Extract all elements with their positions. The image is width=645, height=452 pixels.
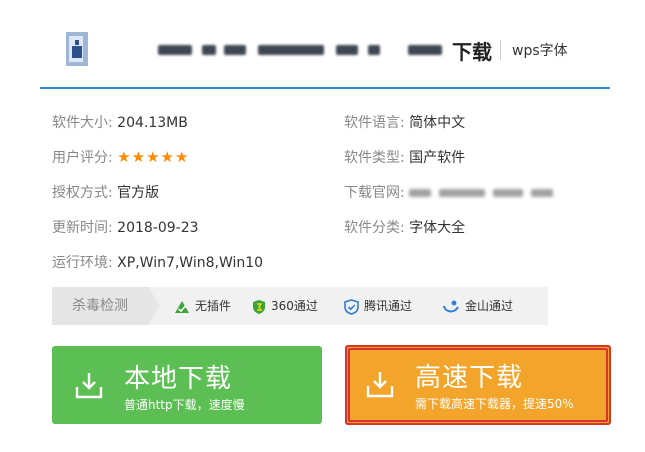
scan-label-arrow [148, 287, 160, 325]
type-label: 软件类型: [344, 150, 405, 166]
page-title-suffix: 下载 [452, 40, 492, 64]
scan-item-label: 金山通过 [465, 299, 514, 313]
language-label: 软件语言: [344, 115, 405, 131]
antivirus-scan-bar: 杀毒检测 无插件 360通过 腾讯通过 金山通过 [52, 287, 548, 325]
env-label: 运行环境: [52, 255, 113, 271]
type-value: 国产软件 [409, 150, 466, 166]
local-download-label: 本地下载 [124, 364, 233, 394]
fast-download-button[interactable]: 高速下载 需下载高速下载器，提速50% [345, 345, 611, 425]
language-value: 简体中文 [409, 115, 466, 131]
updated-label: 更新时间: [52, 220, 113, 236]
category-value[interactable]: 字体大全 [409, 220, 465, 236]
info-updated: 更新时间: 2018-09-23 [52, 217, 199, 237]
website-label: 下载官网: [344, 185, 405, 201]
rating-label: 用户评分: [52, 150, 113, 166]
local-download-sublabel: 普通http下载，速度慢 [124, 398, 245, 412]
license-value: 官方版 [117, 185, 160, 201]
download-icon [366, 372, 394, 398]
scan-item-no-plugin: 无插件 [174, 287, 231, 325]
category-label: 软件分类: [344, 220, 405, 236]
info-website: 下载官网: [344, 182, 561, 202]
local-download-button[interactable]: 本地下载 普通http下载，速度慢 [52, 346, 322, 424]
info-category: 软件分类: 字体大全 [344, 217, 465, 237]
rating-stars: ★★★★★ [117, 148, 190, 166]
no-plugin-icon [175, 300, 189, 313]
kingsoft-icon [443, 300, 459, 312]
env-value: XP,Win7,Win8,Win10 [117, 255, 264, 271]
fast-download-sublabel: 需下载高速下载器，提速50% [415, 397, 574, 411]
license-label: 授权方式: [52, 185, 113, 201]
info-size: 软件大小: 204.13MB [52, 112, 188, 132]
scan-item-tencent: 腾讯通过 [344, 287, 412, 325]
size-value: 204.13MB [117, 115, 188, 131]
scan-item-label: 无插件 [195, 299, 232, 313]
updated-value: 2018-09-23 [117, 220, 199, 236]
scan-item-360: 360通过 [252, 287, 318, 325]
file-icon [66, 32, 88, 66]
scan-item-label: 360通过 [271, 299, 318, 313]
blurred-software-name [158, 42, 448, 56]
scan-item-label: 腾讯通过 [364, 299, 413, 313]
info-type: 软件类型: 国产软件 [344, 147, 465, 167]
shield-360-icon [253, 299, 265, 314]
software-header: 下载 wps字体 [40, 18, 600, 84]
title-divider [500, 40, 501, 60]
size-label: 软件大小: [52, 115, 113, 131]
scan-item-kingsoft: 金山通过 [442, 287, 513, 325]
info-environment: 运行环境: XP,Win7,Win8,Win10 [52, 252, 263, 272]
fast-download-label: 高速下载 [415, 363, 524, 393]
blurred-website-link[interactable] [409, 185, 561, 201]
info-language: 软件语言: 简体中文 [344, 112, 465, 132]
download-icon [75, 373, 103, 399]
info-rating: 用户评分: ★★★★★ [52, 147, 189, 167]
category-tag[interactable]: wps字体 [512, 40, 568, 60]
header-divider [40, 87, 610, 89]
info-license: 授权方式: 官方版 [52, 182, 159, 202]
tencent-shield-icon [344, 298, 359, 315]
scan-label: 杀毒检测 [52, 287, 148, 325]
